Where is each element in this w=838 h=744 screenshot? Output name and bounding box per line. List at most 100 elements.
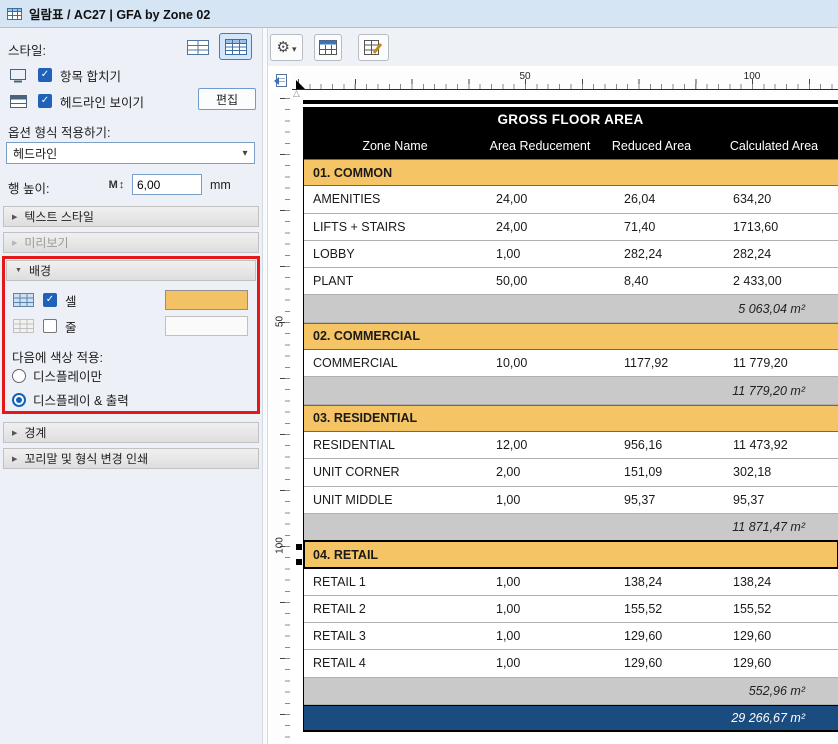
table-row[interactable]: LIFTS + STAIRS 24,00 71,40 1713,60 xyxy=(304,214,838,241)
table-cell: 8,40 xyxy=(594,274,711,288)
dropdown-arrow-icon xyxy=(292,40,297,55)
chevron-right-icon xyxy=(12,429,17,437)
selection-handle[interactable] xyxy=(296,559,302,565)
settings-panel: 스타일: 항목 합치기 헤드라인 보이기 편집 옵션 형식 xyxy=(0,28,262,744)
table-cell: 26,04 xyxy=(594,192,711,206)
cell-color-row: 셀 xyxy=(5,289,249,311)
subtotal-row[interactable]: 552,96 m² xyxy=(304,678,838,705)
table-cell: 1177,92 xyxy=(594,356,711,370)
table-row[interactable]: RETAIL 1 1,00 138,24 138,24 xyxy=(304,568,838,595)
row-height-unit: mm xyxy=(210,178,231,192)
table-row[interactable]: RETAIL 4 1,00 129,60 129,60 xyxy=(304,650,838,677)
gear-icon: ⚙ xyxy=(277,40,290,55)
style-option-detailed-button[interactable] xyxy=(219,33,252,60)
table-row[interactable]: AMENITIES 24,00 26,04 634,20 xyxy=(304,186,838,213)
table-cell: 24,00 xyxy=(488,220,594,234)
table-cell: 1,00 xyxy=(488,656,594,670)
section-background[interactable]: 배경 xyxy=(6,260,256,281)
table-cell: 95,37 xyxy=(594,493,711,507)
table-cell: LIFTS + STAIRS xyxy=(304,220,488,234)
line-label: 줄 xyxy=(65,317,77,336)
table-row[interactable]: PLANT 50,00 8,40 2 433,00 xyxy=(304,268,838,295)
radio-icon xyxy=(12,369,26,383)
cell-color-swatch[interactable] xyxy=(165,290,248,310)
window-title: 일람표 / AC27 | GFA by Zone 02 xyxy=(29,4,210,23)
line-color-swatch[interactable] xyxy=(165,316,248,336)
update-button[interactable] xyxy=(270,69,292,91)
table-cell: 50,00 xyxy=(488,274,594,288)
radio-display-only[interactable]: 디스플레이만 xyxy=(12,366,102,385)
ruler-ticks xyxy=(298,84,838,89)
table-cell: 151,09 xyxy=(594,465,711,479)
display-icon xyxy=(6,68,30,83)
table-cell: UNIT CORNER xyxy=(304,465,488,479)
headline-label: 헤드라인 보이기 xyxy=(60,92,144,111)
table-cell: RESIDENTIAL xyxy=(304,438,488,452)
subtotal-row[interactable]: 11 779,20 m² xyxy=(304,377,838,404)
column-header-row[interactable]: Zone Name Area Reducement Reduced Area C… xyxy=(303,132,838,159)
format-dropdown[interactable]: 헤드라인 xyxy=(6,142,255,164)
section-border-label: 경계 xyxy=(24,424,46,441)
table-cell: 155,52 xyxy=(711,602,838,616)
apply-format-label: 옵션 형식 적용하기: xyxy=(8,122,110,141)
table-section-row[interactable]: 03. RESIDENTIAL xyxy=(304,405,838,432)
scheme-settings-button[interactable]: ⚙ xyxy=(270,34,303,61)
section-label: 04. RETAIL xyxy=(304,548,378,562)
table-cell: 24,00 xyxy=(488,192,594,206)
table-cell: 2 433,00 xyxy=(711,274,838,288)
total-value: 29 266,67 m² xyxy=(731,711,838,725)
table-row[interactable]: RETAIL 2 1,00 155,52 155,52 xyxy=(304,596,838,623)
subtotal-row[interactable]: 11 871,47 m² xyxy=(304,514,838,541)
table-section-row-selected[interactable]: 04. RETAIL xyxy=(304,541,838,568)
edit-scheme-button[interactable] xyxy=(358,34,389,61)
table-row[interactable]: COMMERCIAL 10,00 1177,92 11 779,20 xyxy=(304,350,838,377)
page-export-icon xyxy=(273,72,290,89)
section-preview: 미리보기 xyxy=(3,232,259,253)
table-cell: LOBBY xyxy=(304,247,488,261)
table-cell: 634,20 xyxy=(711,192,838,206)
table-cell: 10,00 xyxy=(488,356,594,370)
merge-items-checkbox[interactable] xyxy=(38,68,52,82)
table-cell: 282,24 xyxy=(711,247,838,261)
headline-checkbox[interactable] xyxy=(38,94,52,108)
total-row[interactable]: 29 266,67 m² xyxy=(304,705,838,732)
table-section-row[interactable]: 02. COMMERCIAL xyxy=(304,323,838,350)
table-row[interactable]: RETAIL 3 1,00 129,60 129,60 xyxy=(304,623,838,650)
section-footer[interactable]: 꼬리말 및 형식 변경 인쇄 xyxy=(3,448,259,469)
table-cell: 155,52 xyxy=(594,602,711,616)
chevron-right-icon xyxy=(12,455,17,463)
table-row[interactable]: LOBBY 1,00 282,24 282,24 xyxy=(304,241,838,268)
section-background-label: 배경 xyxy=(29,262,51,279)
table-cell: RETAIL 2 xyxy=(304,602,488,616)
table-cell: 129,60 xyxy=(711,656,838,670)
line-checkbox[interactable] xyxy=(43,319,57,333)
selection-handle[interactable] xyxy=(296,544,302,550)
edit-button[interactable]: 편집 xyxy=(198,88,256,110)
radio-display-print[interactable]: 디스플레이 & 출력 xyxy=(12,390,129,409)
column-header: Calculated Area xyxy=(710,139,838,153)
table-cell: RETAIL 3 xyxy=(304,629,488,643)
table-row[interactable]: RESIDENTIAL 12,00 956,16 11 473,92 xyxy=(304,432,838,459)
cell-label: 셀 xyxy=(65,291,77,310)
table-cell: RETAIL 4 xyxy=(304,656,488,670)
line-color-row: 줄 xyxy=(5,315,249,337)
section-border[interactable]: 경계 xyxy=(3,422,259,443)
table-section-row[interactable]: 01. COMMON xyxy=(304,159,838,186)
merge-cells-button[interactable] xyxy=(314,34,342,61)
cell-checkbox[interactable] xyxy=(43,293,57,307)
table-row[interactable]: UNIT MIDDLE 1,00 95,37 95,37 xyxy=(304,487,838,514)
table-cell: 129,60 xyxy=(594,656,711,670)
table-title[interactable]: GROSS FLOOR AREA xyxy=(303,107,838,132)
subtotal-row[interactable]: 5 063,04 m² xyxy=(304,295,838,322)
app-window: 일람표 / AC27 | GFA by Zone 02 스타일: 항목 합치기 xyxy=(0,0,838,744)
schedule-table: GROSS FLOOR AREA Zone Name Area Reduceme… xyxy=(303,100,838,732)
schedule-icon xyxy=(7,8,22,20)
row-height-input[interactable] xyxy=(132,174,202,195)
style-option-compact-button[interactable] xyxy=(183,35,213,59)
ruler-label: 50 xyxy=(275,312,286,332)
chevron-down-icon xyxy=(236,148,254,159)
table-cell: PLANT xyxy=(304,274,488,288)
table-row[interactable]: UNIT CORNER 2,00 151,09 302,18 xyxy=(304,459,838,486)
section-text-style[interactable]: 텍스트 스타일 xyxy=(3,206,259,227)
radio-selected-icon xyxy=(12,393,26,407)
